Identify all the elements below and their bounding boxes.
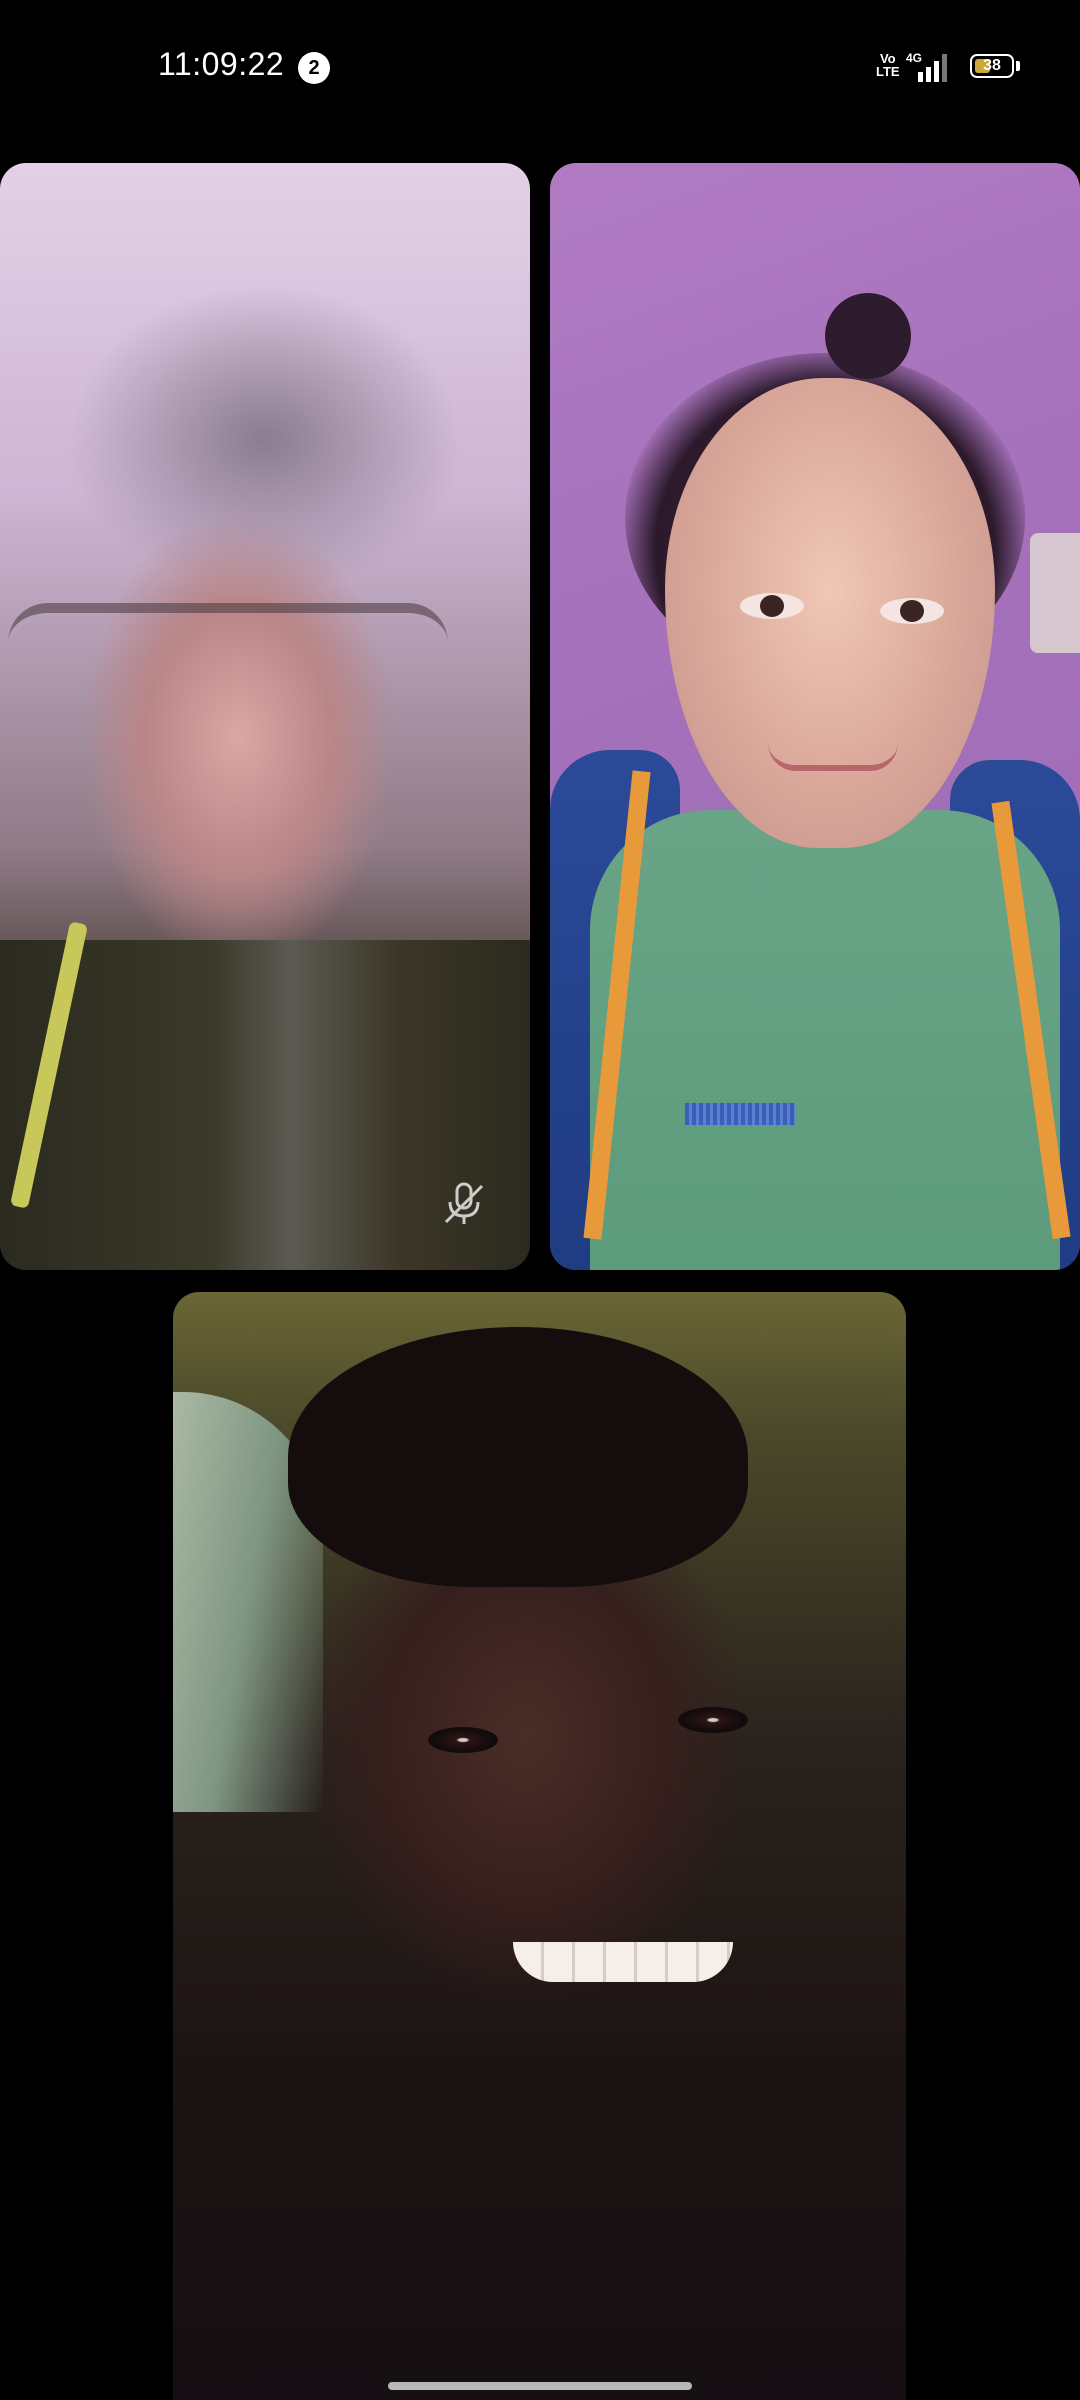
battery-level: 38 — [983, 57, 1001, 74]
participant-2-hair-bun — [825, 293, 911, 379]
status-bar: 11:09:22 2 Vo LTE 4G 38 — [0, 0, 1080, 135]
battery-icon: 38 — [970, 54, 1022, 82]
participant-3-smile — [513, 1942, 733, 1982]
signal-icon: 4G — [906, 51, 947, 82]
participant-2-right-eye — [880, 598, 944, 624]
volte-icon: Vo LTE — [876, 52, 900, 78]
participant-2-shirt — [590, 810, 1060, 1270]
network-type-label: 4G — [906, 51, 922, 65]
clock: 11:09:22 — [158, 46, 285, 82]
participant-3-left-eye — [428, 1727, 498, 1753]
participant-2-mouth — [768, 743, 898, 771]
participant-3-hair — [288, 1327, 748, 1587]
volte-label-bottom: LTE — [876, 64, 900, 79]
participant-2-wall-switch — [1030, 533, 1080, 653]
participant-video-tile-3[interactable] — [173, 1292, 906, 2400]
participant-1-glasses — [8, 603, 448, 703]
participant-3-right-eye — [678, 1707, 748, 1733]
home-indicator[interactable] — [388, 2382, 692, 2390]
notification-count-badge: 2 — [298, 52, 330, 84]
participant-video-tile-2[interactable] — [550, 163, 1080, 1270]
participant-2-face — [665, 378, 995, 848]
mic-off-icon — [444, 1182, 484, 1224]
participant-2-shirt-print — [685, 1103, 795, 1125]
participant-2-left-eye — [740, 593, 804, 619]
participant-video-tile-1[interactable] — [0, 163, 530, 1270]
